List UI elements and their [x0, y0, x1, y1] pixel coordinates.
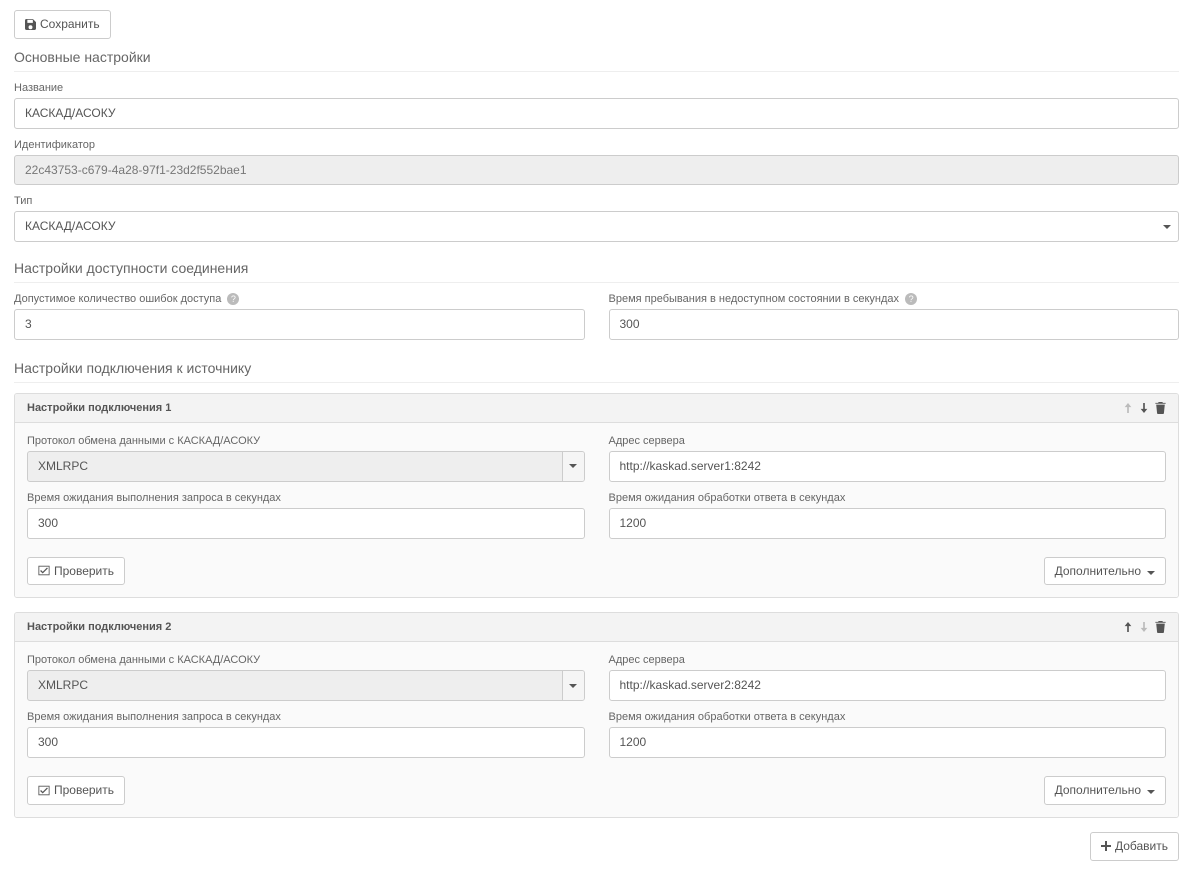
- req-timeout-input[interactable]: [27, 727, 585, 758]
- protocol-select-value: XMLRPC: [27, 451, 585, 482]
- advanced-button[interactable]: Дополнительно: [1044, 776, 1166, 805]
- connection-panel-heading: Настройки подключения 2: [15, 613, 1178, 642]
- section-availability-title: Настройки доступности соединения: [14, 252, 1179, 283]
- server-input[interactable]: [609, 670, 1167, 701]
- type-select-value: КАСКАД/АСОКУ: [14, 211, 1179, 242]
- req-timeout-label: Время ожидания выполнения запроса в секу…: [27, 492, 585, 504]
- id-label: Идентификатор: [14, 139, 1179, 151]
- chevron-down-icon: [1147, 563, 1155, 580]
- chevron-down-icon: [1156, 212, 1178, 241]
- protocol-select-value: XMLRPC: [27, 670, 585, 701]
- delete-icon[interactable]: [1155, 621, 1166, 633]
- chevron-down-icon: [562, 452, 584, 481]
- advanced-button[interactable]: Дополнительно: [1044, 557, 1166, 586]
- protocol-label: Протокол обмена данными с КАСКАД/АСОКУ: [27, 654, 585, 666]
- unavailable-input[interactable]: [609, 309, 1180, 340]
- section-basic-title: Основные настройки: [14, 41, 1179, 72]
- errors-label: Допустимое количество ошибок доступа ?: [14, 293, 585, 305]
- name-label: Название: [14, 82, 1179, 94]
- resp-timeout-label: Время ожидания обработки ответа в секунд…: [609, 711, 1167, 723]
- section-connections-title: Настройки подключения к источнику: [14, 352, 1179, 383]
- save-icon: [25, 19, 36, 30]
- move-down-icon[interactable]: [1139, 403, 1149, 413]
- chevron-down-icon: [562, 671, 584, 700]
- server-label: Адрес сервера: [609, 435, 1167, 447]
- help-icon[interactable]: ?: [227, 293, 239, 305]
- verify-button-label: Проверить: [54, 563, 114, 580]
- id-input: [14, 155, 1179, 186]
- verify-button[interactable]: Проверить: [27, 776, 125, 805]
- connection-panel-body: Протокол обмена данными с КАСКАД/АСОКУ X…: [15, 423, 1178, 597]
- server-input[interactable]: [609, 451, 1167, 482]
- help-icon[interactable]: ?: [905, 293, 917, 305]
- check-icon: [38, 785, 50, 796]
- type-select[interactable]: КАСКАД/АСОКУ: [14, 211, 1179, 242]
- connection-panel-heading: Настройки подключения 1: [15, 394, 1178, 423]
- move-down-icon: [1139, 622, 1149, 632]
- verify-button-label: Проверить: [54, 782, 114, 799]
- save-button-label: Сохранить: [40, 16, 100, 33]
- resp-timeout-input[interactable]: [609, 727, 1167, 758]
- chevron-down-icon: [1147, 782, 1155, 799]
- connection-panel-title: Настройки подключения 1: [27, 402, 171, 414]
- save-button[interactable]: Сохранить: [14, 10, 111, 39]
- protocol-label: Протокол обмена данными с КАСКАД/АСОКУ: [27, 435, 585, 447]
- move-up-icon[interactable]: [1123, 622, 1133, 632]
- type-label: Тип: [14, 195, 1179, 207]
- check-icon: [38, 565, 50, 576]
- req-timeout-label: Время ожидания выполнения запроса в секу…: [27, 711, 585, 723]
- protocol-select[interactable]: XMLRPC: [27, 451, 585, 482]
- advanced-button-label: Дополнительно: [1055, 563, 1141, 580]
- resp-timeout-label: Время ожидания обработки ответа в секунд…: [609, 492, 1167, 504]
- move-up-icon: [1123, 403, 1133, 413]
- add-button-label: Добавить: [1115, 838, 1168, 855]
- connection-panel-body: Протокол обмена данными с КАСКАД/АСОКУ X…: [15, 642, 1178, 816]
- name-input[interactable]: [14, 98, 1179, 129]
- req-timeout-input[interactable]: [27, 508, 585, 539]
- delete-icon[interactable]: [1155, 402, 1166, 414]
- errors-input[interactable]: [14, 309, 585, 340]
- verify-button[interactable]: Проверить: [27, 557, 125, 586]
- connection-panel: Настройки подключения 2 Протокол обмена …: [14, 612, 1179, 817]
- connection-panel-actions: [1123, 621, 1166, 633]
- connection-panel: Настройки подключения 1 Протокол обмена …: [14, 393, 1179, 598]
- server-label: Адрес сервера: [609, 654, 1167, 666]
- add-connection-button[interactable]: Добавить: [1090, 832, 1179, 861]
- connection-panel-actions: [1123, 402, 1166, 414]
- unavailable-label: Время пребывания в недоступном состоянии…: [609, 293, 1180, 305]
- protocol-select[interactable]: XMLRPC: [27, 670, 585, 701]
- connection-panel-title: Настройки подключения 2: [27, 621, 171, 633]
- resp-timeout-input[interactable]: [609, 508, 1167, 539]
- plus-icon: [1101, 841, 1111, 851]
- advanced-button-label: Дополнительно: [1055, 782, 1141, 799]
